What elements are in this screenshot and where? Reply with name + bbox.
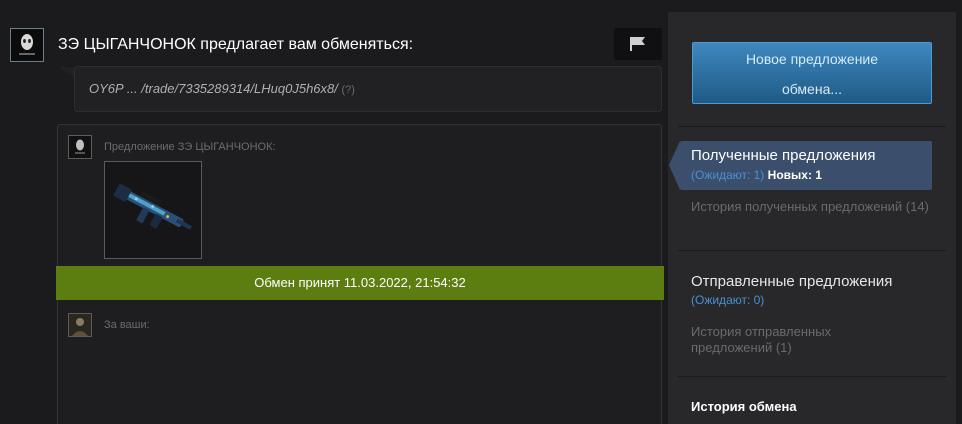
received-offers-title: Полученные предложения (691, 147, 876, 164)
partner-avatar-small[interactable] (68, 135, 92, 159)
trade-accepted-banner: Обмен принят 11.03.2022, 21:54:32 (56, 266, 664, 300)
trade-item[interactable] (104, 161, 202, 259)
partner-avatar[interactable] (10, 28, 44, 62)
divider (678, 126, 946, 127)
your-offer-label: За ваши: (104, 319, 150, 331)
sidebar: Новое предложение обмена... Полученные п… (668, 12, 956, 424)
active-nav-arrow (669, 141, 680, 190)
partner-avatar-small-image (69, 136, 91, 158)
message-link[interactable]: OY6P ... /trade/7335289314/LHuq0J5h6x8/ (89, 81, 338, 96)
partner-avatar-image (11, 29, 43, 61)
help-link[interactable]: (?) (342, 84, 355, 96)
received-new-count: Новых: 1 (767, 168, 822, 182)
new-offer-label-line1: Новое предложение (745, 51, 879, 67)
their-offer-label: Предложение ЗЭ ЦЫГАНЧОНОК: (104, 141, 276, 153)
received-history-link[interactable]: История полученных предложений (14) (691, 199, 931, 215)
trade-offer-main: ЗЭ ЦЫГАНЧОНОК предлагает вам обменяться:… (0, 0, 670, 424)
message-bubble: OY6P ... /trade/7335289314/LHuq0J5h6x8/ … (74, 66, 662, 112)
sent-waiting-count: (Ожидают: 0) (691, 293, 765, 307)
nav-sent-offers[interactable]: Отправленные предложения (691, 273, 892, 290)
sent-history-link[interactable]: История отправленных предложений (1) (691, 324, 891, 356)
received-offers-counts: (Ожидают: 1) Новых: 1 (691, 168, 822, 182)
message-text: OY6P ... /trade/7335289314/LHuq0J5h6x8/ … (89, 81, 355, 96)
your-avatar-small-image (69, 314, 91, 336)
divider (678, 376, 946, 377)
trade-accepted-text: Обмен принят 11.03.2022, 21:54:32 (254, 275, 466, 290)
rifle-skin-icon (113, 183, 192, 230)
divider (678, 250, 946, 251)
new-offer-label-line2: обмена... (781, 81, 843, 97)
your-avatar-small[interactable] (68, 313, 92, 337)
page-title: ЗЭ ЦЫГАНЧОНОК предлагает вам обменяться: (58, 36, 414, 53)
report-button[interactable] (614, 28, 662, 60)
new-trade-offer-button[interactable]: Новое предложение обмена... (692, 42, 932, 104)
trade-history-link[interactable]: История обмена (691, 399, 797, 414)
received-waiting-count: (Ожидают: 1) (691, 168, 765, 182)
nav-received-offers[interactable]: Полученные предложения (Ожидают: 1) Новы… (669, 141, 932, 190)
flag-icon (630, 37, 645, 51)
